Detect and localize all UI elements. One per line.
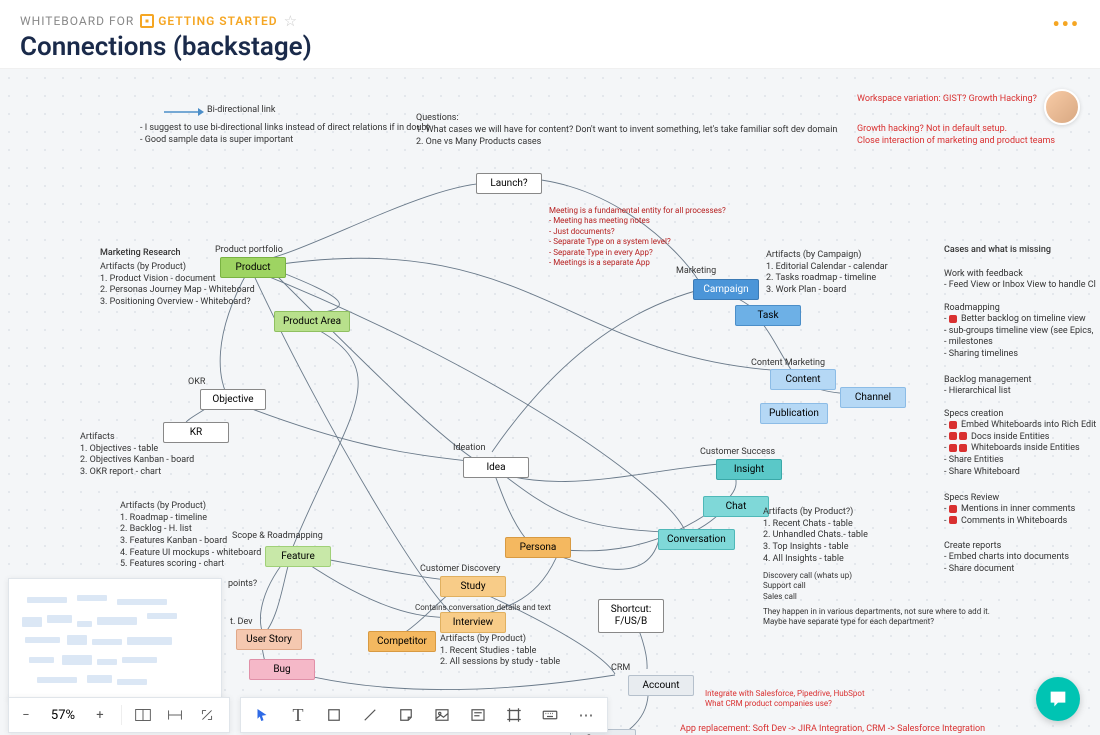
- app-replacement-note: App replacement: Soft Dev -> JIRA Integr…: [680, 724, 985, 735]
- node-user-story[interactable]: User Story: [236, 629, 302, 650]
- node-study[interactable]: Study: [440, 576, 506, 597]
- workspace-note: Workspace variation: GIST? Growth Hackin…: [857, 94, 1037, 106]
- node-interview[interactable]: Interview: [440, 612, 506, 633]
- node-channel[interactable]: Channel: [840, 387, 906, 408]
- fullscreen-button[interactable]: [196, 704, 218, 726]
- node-conversation[interactable]: Conversation: [658, 529, 735, 550]
- node-task[interactable]: Task: [735, 305, 801, 326]
- marketing-label: Marketing: [676, 266, 716, 278]
- node-feature[interactable]: Feature: [265, 546, 331, 567]
- node-objective[interactable]: Objective: [200, 389, 266, 410]
- ideation-label: Ideation: [453, 443, 485, 455]
- okr-label: OKR: [188, 377, 205, 389]
- node-campaign[interactable]: Campaign: [693, 279, 759, 300]
- frame-tool[interactable]: [499, 702, 529, 728]
- right-1: - Feed View or Inbox View to handle Cl: [944, 280, 1096, 292]
- breadcrumb-project[interactable]: GETTING STARTED: [140, 14, 277, 28]
- meeting-note: Meeting is a fundamental entity for all …: [549, 206, 726, 268]
- node-product-area[interactable]: Product Area: [274, 311, 350, 332]
- zoom-level: 57%: [47, 708, 79, 723]
- suggest-note: - I suggest to use bi-directional links …: [140, 123, 429, 146]
- growth-note: Growth hacking? Not in default setup. Cl…: [857, 124, 1055, 147]
- more-menu-icon[interactable]: •••: [1052, 12, 1080, 36]
- page-title: Connections (backstage): [20, 32, 1080, 62]
- project-icon: [140, 14, 154, 28]
- bidir-label: Bi-directional link: [207, 105, 275, 117]
- node-launch[interactable]: Launch?: [476, 173, 542, 194]
- right-4-h: Specs creation: [944, 409, 1003, 421]
- right-1-h: Work with feedback: [944, 269, 1023, 281]
- studies-artifacts: Artifacts (by Product) 1. Recent Studies…: [440, 634, 560, 669]
- right-2-h: Roadmapping: [944, 303, 1000, 315]
- node-bug[interactable]: Bug: [249, 659, 315, 680]
- points-label: points?: [228, 579, 257, 591]
- content-marketing-label: Content Marketing: [751, 358, 825, 370]
- node-competitor[interactable]: Competitor: [368, 631, 436, 652]
- questions-h: Questions:: [416, 113, 459, 125]
- breadcrumb: WHITEBOARD FOR GETTING STARTED ☆ •••: [20, 12, 1080, 30]
- right-6-h: Create reports: [944, 541, 1001, 553]
- node-publication[interactable]: Publication: [760, 403, 828, 424]
- questions-note: 1. What cases we will have for content? …: [416, 125, 837, 148]
- card-tool[interactable]: [463, 702, 493, 728]
- image-tool[interactable]: [427, 702, 457, 728]
- chat-icon: [1047, 688, 1069, 710]
- pointer-tool[interactable]: [247, 702, 277, 728]
- keyboard-tool[interactable]: [535, 702, 565, 728]
- happen-note: They happen in in various departments, n…: [763, 607, 990, 628]
- more-tools[interactable]: ⋯: [571, 702, 601, 728]
- node-insight[interactable]: Insight: [716, 459, 782, 480]
- right-5-h: Specs Review: [944, 493, 999, 505]
- node-idea[interactable]: Idea: [463, 457, 529, 478]
- line-tool[interactable]: [355, 702, 385, 728]
- fit-width-button[interactable]: [164, 704, 186, 726]
- zoom-out-button[interactable]: −: [15, 708, 37, 723]
- right-3-h: Backlog management: [944, 375, 1031, 387]
- fit-view-button[interactable]: [132, 704, 154, 726]
- minimap[interactable]: [8, 578, 222, 700]
- crm-label: CRM: [611, 663, 630, 675]
- node-chat[interactable]: Chat: [703, 496, 769, 517]
- right-5: - Mentions in inner comments- Comments i…: [944, 504, 1075, 527]
- right-6: - Embed charts into documents - Share do…: [944, 552, 1069, 575]
- minimap-content: [17, 587, 213, 691]
- insights-artifacts: Artifacts (by Product?) 1. Recent Chats …: [763, 507, 868, 565]
- customer-discovery-label: Customer Discovery: [420, 564, 500, 576]
- campaign-art-note: Artifacts (by Campaign) 1. Editorial Cal…: [766, 250, 888, 297]
- right-heading: Cases and what is missing: [944, 245, 1051, 257]
- node-account[interactable]: Account: [628, 675, 694, 696]
- discovery-calls: Discovery call (whats up) Support call S…: [763, 571, 852, 602]
- marketing-research-h: Marketing Research: [100, 248, 181, 260]
- user-avatar[interactable]: [1044, 89, 1080, 125]
- node-persona[interactable]: Persona: [505, 537, 571, 558]
- okr-artifacts: Artifacts 1. Objectives - table 2. Objec…: [80, 432, 194, 479]
- right-4: - Embed Whiteboards into Rich Edit- Docs…: [944, 420, 1096, 478]
- favorite-icon[interactable]: ☆: [284, 12, 298, 30]
- text-tool[interactable]: T: [283, 702, 313, 728]
- scope-label: Scope & Roadmapping: [232, 531, 323, 543]
- arrow-icon: [164, 107, 204, 117]
- sticky-tool[interactable]: [391, 702, 421, 728]
- node-product[interactable]: Product: [220, 257, 286, 278]
- portfolio-label: Product portfolio: [215, 245, 283, 257]
- node-content[interactable]: Content: [770, 369, 836, 390]
- shape-tool[interactable]: [319, 702, 349, 728]
- node-shortcut[interactable]: Shortcut: F/US/B: [598, 599, 664, 633]
- right-2: - Better backlog on timeline view- sub-g…: [944, 314, 1093, 361]
- whiteboard-canvas[interactable]: Bi-directional link - I suggest to use b…: [0, 69, 1100, 735]
- whiteboard-toolbar: T ⋯: [240, 697, 608, 733]
- view-controls: − 57% +: [8, 697, 230, 733]
- right-3: - Hierarchical list: [944, 386, 1011, 398]
- breadcrumb-prefix: WHITEBOARD FOR: [20, 14, 134, 28]
- dev-label: t. Dev: [230, 617, 253, 629]
- integrate-note: Integrate with Salesforce, Pipedrive, Hu…: [705, 689, 865, 710]
- help-chat-button[interactable]: [1036, 677, 1080, 721]
- zoom-in-button[interactable]: +: [89, 708, 111, 723]
- customer-success-label: Customer Success: [700, 447, 775, 459]
